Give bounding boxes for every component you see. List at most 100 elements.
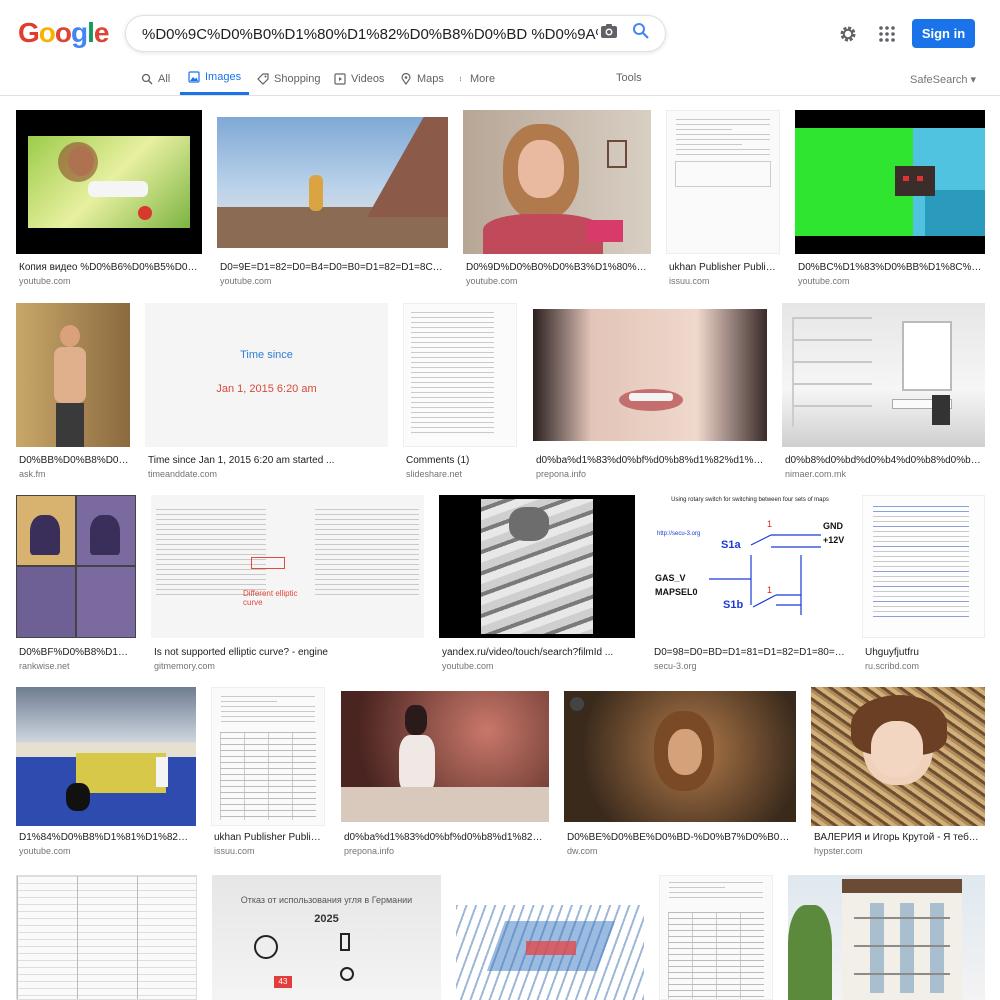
image-result[interactable]: d0%b8%d0%bd%d0%b4%d0%b8%d0%b2%d0... nima… [782,303,985,481]
tag-icon [257,72,269,85]
tab-label: Maps [417,72,444,85]
result-caption: ukhan Publisher Public... [214,832,324,843]
image-thumbnail[interactable] [533,303,767,447]
result-caption: d0%ba%d1%83%d0%bf%d0%b8%d1%82%d1%... [344,832,548,843]
result-caption: Is not supported elliptic curve? - engin… [154,647,328,658]
tab-all[interactable]: All [141,62,170,95]
image-result[interactable]: D1%84%D0%B8%D1%81%D1%82%D0%... youtube.c… [16,687,196,862]
result-source: rankwise.net [19,661,70,671]
image-result[interactable]: yandex.ru/video/touch/search?filmId ... … [439,495,635,673]
tools-button[interactable]: Tools [616,72,642,84]
image-thumbnail[interactable] [782,303,985,447]
image-result[interactable]: Time since Jan 1, 2015 6:20 am Time sinc… [145,303,388,481]
result-source: prepona.info [536,469,587,479]
logo-letter: l [87,17,95,48]
code-preview [156,509,266,599]
result-caption: D0=9E=D1=82=D0=B4=D0=B0=D1=82=D1=8C_=D0.… [220,262,447,273]
tab-shopping[interactable]: Shopping [257,62,321,95]
image-result[interactable]: ВАЛЕРИЯ и Игорь Крутой - Я тебя ... hyps… [811,687,985,862]
image-thumbnail[interactable] [211,687,325,826]
result-source: youtube.com [220,276,272,286]
result-caption: D0%BF%D0%B8%D1%80... [19,647,135,658]
image-result[interactable]: d0%ba%d1%83%d0%bf%d0%b8%d1%82%d1%... pre… [341,687,549,862]
image-result[interactable]: Uhguyfjutfru ru.scribd.com [862,495,985,673]
image-thumbnail[interactable] [16,875,197,1000]
result-caption: Time since Jan 1, 2015 6:20 am started .… [148,455,335,466]
document-preview [220,696,316,726]
schematic-wires: 11 [709,519,821,615]
image-result[interactable]: Using rotary switch for switching betwee… [651,495,847,673]
image-result[interactable]: D0%BF%D0%B8%D1%80... rankwise.net [16,495,136,673]
image-thumbnail[interactable] [788,875,985,1000]
sun-icon [340,967,354,981]
image-thumbnail[interactable] [659,875,773,1000]
image-result[interactable]: Comments (1) slideshare.net [403,303,517,481]
header: Google Sign in All Images [0,0,1000,96]
search-input[interactable] [142,24,598,44]
photo-face-closeup [533,309,767,441]
result-source: hypster.com [814,846,863,856]
image-result[interactable]: d0%ba%d1%83%d0%bf%d0%b8%d1%82%d1%8c %d..… [533,303,767,481]
result-source: timeanddate.com [148,469,218,479]
image-thumbnail[interactable]: Отказ от использования угля в Германии 2… [212,875,441,1000]
search-box[interactable] [125,15,666,52]
image-result[interactable] [456,875,644,1000]
tab-label: Videos [351,72,385,85]
image-thumbnail[interactable] [439,495,635,638]
sign-in-button[interactable]: Sign in [912,19,975,48]
kebab-icon [459,76,462,81]
safesearch-dropdown[interactable]: SafeSearch ▾ [910,73,976,86]
image-result[interactable]: D0=9E=D1=82=D0=B4=D0=B0=D1=82=D1=8C_=D0.… [217,110,448,290]
image-result[interactable] [788,875,985,1000]
image-result[interactable] [659,875,773,1000]
image-result[interactable]: ukhan Publisher Public... issuu.com [666,110,780,290]
apps-grid-icon[interactable] [878,25,896,43]
image-result[interactable]: Отказ от использования угля в Германии 2… [212,875,441,1000]
image-result[interactable]: D0%9D%D0%B0%D0%B3%D1%80%D0%B... youtube.… [463,110,651,290]
image-thumbnail[interactable] [217,110,448,254]
image-thumbnail[interactable] [403,303,517,447]
result-caption: Копия видео %D0%B6%D0%B5%D0%BD... [19,262,201,273]
result-source: youtube.com [19,846,71,856]
image-result[interactable]: Копия видео %D0%B6%D0%B5%D0%BD... youtub… [16,110,202,290]
image-thumbnail[interactable] [795,110,985,254]
image-thumbnail[interactable] [564,687,796,826]
tree-illustration [788,905,832,1000]
image-thumbnail[interactable] [666,110,780,254]
image-thumbnail[interactable] [341,687,549,826]
pin-icon [401,72,411,85]
result-caption: Comments (1) [406,455,470,466]
image-thumbnail[interactable] [811,687,985,826]
image-thumbnail[interactable] [16,687,196,826]
result-source: prepona.info [344,846,395,856]
image-result[interactable]: D0%BB%D0%B8%D0%B... ask.fm [16,303,130,481]
image-thumbnail[interactable] [456,875,644,1000]
coal-cart-icon [254,935,278,959]
image-thumbnail[interactable] [16,110,202,254]
tab-more[interactable]: More [459,62,495,95]
image-thumbnail[interactable] [463,110,651,254]
gear-icon[interactable] [838,24,858,44]
image-thumbnail[interactable] [16,303,130,447]
image-thumbnail[interactable]: Using rotary switch for switching betwee… [651,495,847,638]
search-icon[interactable] [632,22,650,40]
image-result[interactable]: ukhan Publisher Public... issuu.com [211,687,325,862]
image-result[interactable]: Different elliptic curve Is not supporte… [151,495,424,673]
camera-icon[interactable] [600,23,618,39]
tab-images[interactable]: Images [180,62,250,95]
image-result[interactable]: D0%BC%D1%83%D0%BB%D1%8C%D1%8... youtube.… [795,110,985,290]
document-preview [675,119,771,159]
image-thumbnail[interactable] [16,495,136,638]
image-thumbnail[interactable]: Time since Jan 1, 2015 6:20 am [145,303,388,447]
google-logo[interactable]: Google [18,16,110,50]
tab-videos[interactable]: Videos [334,62,384,95]
image-thumbnail[interactable]: Different elliptic curve [151,495,424,638]
tab-label: Images [205,71,242,83]
photo-office-shelves [792,317,872,427]
tab-maps[interactable]: Maps [400,62,444,95]
image-result[interactable] [16,875,197,1000]
annotation-label: Different elliptic curve [243,589,298,607]
logo-letter: e [93,17,110,48]
image-thumbnail[interactable] [862,495,985,638]
image-result[interactable]: D0%BE%D0%BE%D0%BD-%D0%B7%D0%B0%D0%B1%D1%… [564,687,796,862]
